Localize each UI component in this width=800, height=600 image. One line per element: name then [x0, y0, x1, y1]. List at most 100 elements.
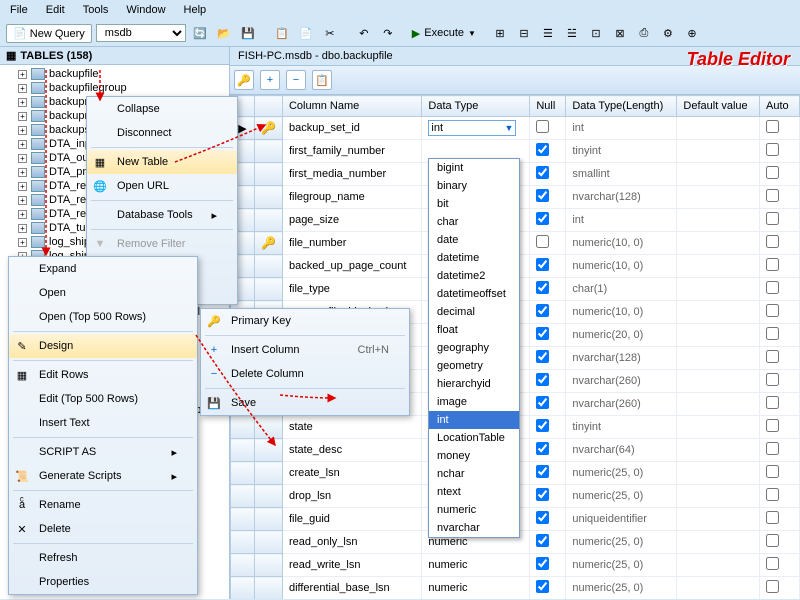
column-name-cell[interactable]: read_write_lsn [282, 554, 421, 577]
datatype-option[interactable]: geometry [429, 357, 519, 375]
column-row[interactable]: read_write_lsnnumericnumeric(25, 0) [231, 554, 800, 577]
datatype-option[interactable]: geography [429, 339, 519, 357]
null-checkbox[interactable] [536, 235, 549, 248]
null-cell[interactable] [530, 301, 566, 324]
menu-file[interactable]: File [10, 4, 28, 16]
col-typelen-header[interactable]: Data Type(Length) [566, 96, 677, 117]
datatype-dropdown[interactable]: bigintbinarybitchardatedatetimedatetime2… [428, 158, 520, 538]
null-checkbox[interactable] [536, 350, 549, 363]
null-cell[interactable] [530, 163, 566, 186]
null-cell[interactable] [530, 416, 566, 439]
auto-cell[interactable] [760, 117, 800, 140]
auto-checkbox[interactable] [766, 281, 779, 294]
cut-icon[interactable]: ✂ [320, 23, 340, 43]
auto-cell[interactable] [760, 554, 800, 577]
auto-cell[interactable] [760, 370, 800, 393]
default-cell[interactable] [677, 439, 760, 462]
auto-checkbox[interactable] [766, 350, 779, 363]
col-null-header[interactable]: Null [530, 96, 566, 117]
execute-button[interactable]: Execute [424, 27, 464, 39]
datatype-option[interactable]: image [429, 393, 519, 411]
tool-icon-4[interactable]: ☱ [562, 23, 582, 43]
expand-icon[interactable]: + [18, 140, 27, 149]
null-checkbox[interactable] [536, 465, 549, 478]
new-query-button[interactable]: 📄 New Query [6, 24, 92, 43]
expand-icon[interactable]: + [18, 70, 27, 79]
default-cell[interactable] [677, 347, 760, 370]
tree-item[interactable]: +backupfilegroup [4, 81, 225, 95]
column-name-cell[interactable]: backup_set_id [282, 117, 421, 140]
datatype-option[interactable]: int [429, 411, 519, 429]
null-checkbox[interactable] [536, 557, 549, 570]
ctx-save[interactable]: 💾Save [201, 391, 409, 415]
database-select[interactable]: msdb [96, 24, 186, 42]
auto-checkbox[interactable] [766, 419, 779, 432]
expand-icon[interactable]: + [18, 224, 27, 233]
datatype-option[interactable]: money [429, 447, 519, 465]
datatype-select[interactable]: int▼ [428, 120, 516, 136]
null-checkbox[interactable] [536, 488, 549, 501]
null-cell[interactable] [530, 393, 566, 416]
expand-icon[interactable]: + [18, 182, 27, 191]
paste-icon[interactable]: 📄 [296, 23, 316, 43]
datatype-option[interactable]: bit [429, 195, 519, 213]
datatype-option[interactable]: nvarchar [429, 519, 519, 537]
default-cell[interactable] [677, 278, 760, 301]
auto-cell[interactable] [760, 232, 800, 255]
tool-icon-2[interactable]: ⊟ [514, 23, 534, 43]
ctx-expand[interactable]: Expand [9, 257, 197, 281]
auto-checkbox[interactable] [766, 258, 779, 271]
null-cell[interactable] [530, 255, 566, 278]
null-cell[interactable] [530, 554, 566, 577]
column-name-cell[interactable]: filegroup_name [282, 186, 421, 209]
ctx-delete-column[interactable]: −Delete Column [201, 362, 409, 386]
null-checkbox[interactable] [536, 327, 549, 340]
tool-icon-8[interactable]: ⚙ [658, 23, 678, 43]
null-cell[interactable] [530, 439, 566, 462]
null-checkbox[interactable] [536, 143, 549, 156]
tree-header[interactable]: ▦ TABLES (158) [0, 47, 229, 65]
null-cell[interactable] [530, 577, 566, 600]
menu-window[interactable]: Window [126, 4, 165, 16]
auto-checkbox[interactable] [766, 304, 779, 317]
default-cell[interactable] [677, 301, 760, 324]
column-name-cell[interactable]: file_type [282, 278, 421, 301]
auto-checkbox[interactable] [766, 442, 779, 455]
default-cell[interactable] [677, 324, 760, 347]
auto-cell[interactable] [760, 347, 800, 370]
ctx-open[interactable]: Open [9, 281, 197, 305]
save-icon[interactable]: 💾 [238, 23, 258, 43]
datatype-cell[interactable]: int▼ [422, 117, 530, 140]
expand-icon[interactable]: + [18, 196, 27, 205]
default-cell[interactable] [677, 209, 760, 232]
tool-icon-7[interactable]: ⎙ [634, 23, 654, 43]
null-cell[interactable] [530, 370, 566, 393]
auto-cell[interactable] [760, 301, 800, 324]
ctx-db-tools[interactable]: Database Tools▸ [87, 203, 237, 227]
auto-cell[interactable] [760, 439, 800, 462]
null-checkbox[interactable] [536, 534, 549, 547]
auto-checkbox[interactable] [766, 465, 779, 478]
datatype-option[interactable]: datetimeoffset [429, 285, 519, 303]
default-cell[interactable] [677, 370, 760, 393]
refresh-icon[interactable]: 🔄 [190, 23, 210, 43]
ctx-edit-500[interactable]: Edit (Top 500 Rows) [9, 387, 197, 411]
null-checkbox[interactable] [536, 166, 549, 179]
auto-checkbox[interactable] [766, 189, 779, 202]
tool-icon-5[interactable]: ⊡ [586, 23, 606, 43]
auto-checkbox[interactable] [766, 488, 779, 501]
ctx-collapse[interactable]: Collapse [87, 97, 237, 121]
datatype-option[interactable]: real [429, 537, 519, 538]
auto-checkbox[interactable] [766, 511, 779, 524]
datatype-option[interactable]: date [429, 231, 519, 249]
column-name-cell[interactable]: first_media_number [282, 163, 421, 186]
default-cell[interactable] [677, 186, 760, 209]
default-cell[interactable] [677, 416, 760, 439]
null-checkbox[interactable] [536, 511, 549, 524]
auto-checkbox[interactable] [766, 557, 779, 570]
expand-icon[interactable]: + [18, 238, 27, 247]
ctx-rename[interactable]: aͨRename [9, 493, 197, 517]
null-cell[interactable] [530, 462, 566, 485]
null-cell[interactable] [530, 140, 566, 163]
auto-checkbox[interactable] [766, 166, 779, 179]
